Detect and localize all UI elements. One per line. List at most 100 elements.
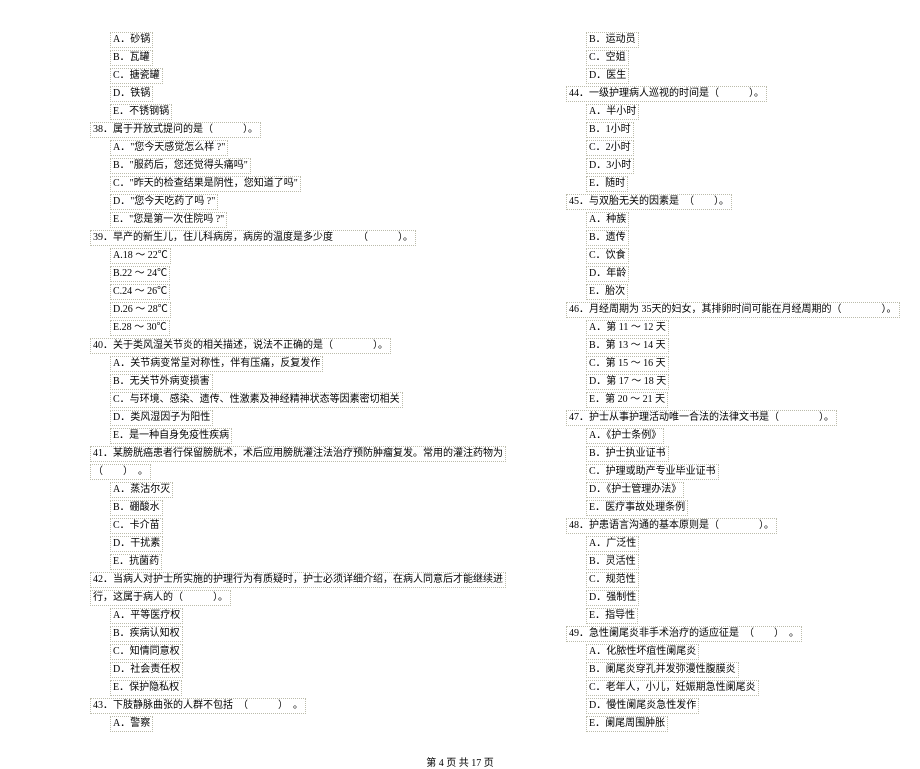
text-span: D．社会责任权	[110, 662, 183, 678]
text-span: 48．护患语言沟通的基本原则是（ ）。	[566, 518, 777, 534]
question-line: 45．与双胎无关的因素是 （ ）。	[546, 194, 900, 210]
text-span: D．慢性阑尾炎急性发作	[586, 698, 699, 714]
text-span: C．2小时	[586, 140, 634, 156]
right-column: B．运动员C．空姐D．医生44．一级护理病人巡视的时间是（ ）。A．半小时B．1…	[526, 30, 920, 734]
question-line: 41．某膀胱癌患者行保留膀胱术，术后应用膀胱灌注法治疗预防肿瘤复发。常用的灌注药…	[70, 446, 506, 462]
option-line: A．半小时	[546, 104, 900, 120]
option-line: C．护理或助产专业毕业证书	[546, 464, 900, 480]
text-span: B．护士执业证书	[586, 446, 669, 462]
question-line: 49．急性阑尾炎非手术治疗的适应征是 （ ） 。	[546, 626, 900, 642]
text-span: E．是一种自身免疫性疾病	[110, 428, 232, 444]
text-span: E．指导性	[586, 608, 638, 624]
text-span: 41．某膀胱癌患者行保留膀胱术，术后应用膀胱灌注法治疗预防肿瘤复发。常用的灌注药…	[90, 446, 506, 462]
text-span: A．警察	[110, 716, 153, 732]
text-span: B．"服药后，您还觉得头痛吗"	[110, 158, 251, 174]
text-span: D．年龄	[586, 266, 629, 282]
option-line: C．规范性	[546, 572, 900, 588]
text-span: 38．属于开放式提问的是（ ）。	[90, 122, 261, 138]
question-line: 39．早产的新生儿，住儿科病房，病房的温度是多少度 （ ）。	[70, 230, 506, 246]
text-span: 40．关于类风湿关节炎的相关描述，说法不正确的是（ ）。	[90, 338, 391, 354]
option-line: D．干扰素	[70, 536, 506, 552]
text-span: C．老年人，小儿，妊娠期急性阑尾炎	[586, 680, 759, 696]
text-span: 43．下肢静脉曲张的人群不包括 （ ） 。	[90, 698, 306, 714]
option-line: D.26 ～ 28℃	[70, 302, 506, 318]
text-span: D．铁锅	[110, 86, 153, 102]
left-column: A．砂锅B．瓦罐C．搪瓷罐D．铁锅E．不锈钢锅38．属于开放式提问的是（ ）。A…	[50, 30, 526, 734]
text-span: A．第 11 ～ 12 天	[586, 320, 669, 336]
option-line: A.18 ～ 22℃	[70, 248, 506, 264]
text-span: C．饮食	[586, 248, 629, 264]
text-span: E．阑尾周围肿胀	[586, 716, 668, 732]
option-line: C．2小时	[546, 140, 900, 156]
option-line: C．卡介苗	[70, 518, 506, 534]
text-span: D．第 17 ～ 18 天	[586, 374, 669, 390]
option-line: D．《护士管理办法》	[546, 482, 900, 498]
option-line: D．"您今天吃药了吗 ?"	[70, 194, 506, 210]
question-line: 38．属于开放式提问的是（ ）。	[70, 122, 506, 138]
text-span: B．运动员	[586, 32, 639, 48]
option-line: D．第 17 ～ 18 天	[546, 374, 900, 390]
text-span: 行，这属于病人的（ ）。	[90, 590, 231, 606]
text-span: A．化脓性坏疽性阑尾炎	[586, 644, 699, 660]
text-span: （ ） 。	[90, 464, 151, 480]
option-line: C．搪瓷罐	[70, 68, 506, 84]
option-line: E．保护隐私权	[70, 680, 506, 696]
option-line: B．硼酸水	[70, 500, 506, 516]
text-span: B．硼酸水	[110, 500, 163, 516]
question-line: 行，这属于病人的（ ）。	[70, 590, 506, 606]
text-span: A．平等医疗权	[110, 608, 183, 624]
option-line: E．不锈钢锅	[70, 104, 506, 120]
text-span: C．搪瓷罐	[110, 68, 163, 84]
option-line: E.28 ～ 30℃	[70, 320, 506, 336]
option-line: D．类风湿因子为阳性	[70, 410, 506, 426]
text-span: A．关节病变常呈对称性，伴有压痛，反复发作	[110, 356, 323, 372]
text-span: E．随时	[586, 176, 628, 192]
text-span: 46．月经周期为 35天的妇女，其排卵时间可能在月经周期的（ ）。	[566, 302, 900, 318]
text-span: C．第 15 ～ 16 天	[586, 356, 669, 372]
text-span: 42．当病人对护士所实施的护理行为有质疑时，护士必须详细介绍，在病人同意后才能继…	[90, 572, 506, 588]
option-line: E．指导性	[546, 608, 900, 624]
text-span: E．第 20 ～ 21 天	[586, 392, 668, 408]
option-line: A．砂锅	[70, 32, 506, 48]
text-span: E．抗菌药	[110, 554, 162, 570]
option-line: C．第 15 ～ 16 天	[546, 356, 900, 372]
option-line: E．胎次	[546, 284, 900, 300]
option-line: E．医疗事故处理条例	[546, 500, 900, 516]
text-span: B．遗传	[586, 230, 629, 246]
text-span: D．类风湿因子为阳性	[110, 410, 213, 426]
text-span: D．《护士管理办法》	[586, 482, 684, 498]
option-line: D．医生	[546, 68, 900, 84]
option-line: A．广泛性	[546, 536, 900, 552]
text-span: C．空姐	[586, 50, 629, 66]
text-span: C．卡介苗	[110, 518, 163, 534]
option-line: B．运动员	[546, 32, 900, 48]
question-line: 40．关于类风湿关节炎的相关描述，说法不正确的是（ ）。	[70, 338, 506, 354]
option-line: E．第 20 ～ 21 天	[546, 392, 900, 408]
text-span: A．《护士条例》	[586, 428, 664, 444]
text-span: A．半小时	[586, 104, 639, 120]
option-line: D．慢性阑尾炎急性发作	[546, 698, 900, 714]
option-line: C．与环境、感染、遗传、性激素及神经精神状态等因素密切相关	[70, 392, 506, 408]
option-line: A．蒸沽尔灭	[70, 482, 506, 498]
text-span: C．护理或助产专业毕业证书	[586, 464, 719, 480]
text-span: C．知情同意权	[110, 644, 183, 660]
option-line: B．灵活性	[546, 554, 900, 570]
option-line: A．化脓性坏疽性阑尾炎	[546, 644, 900, 660]
option-line: D．3小时	[546, 158, 900, 174]
question-line: 46．月经周期为 35天的妇女，其排卵时间可能在月经周期的（ ）。	[546, 302, 900, 318]
question-line: 42．当病人对护士所实施的护理行为有质疑时，护士必须详细介绍，在病人同意后才能继…	[70, 572, 506, 588]
option-line: B．1小时	[546, 122, 900, 138]
option-line: D．社会责任权	[70, 662, 506, 678]
page-footer: 第 4 页 共 17 页	[0, 754, 920, 769]
text-span: A．种族	[586, 212, 629, 228]
text-span: E．医疗事故处理条例	[586, 500, 688, 516]
option-line: E．随时	[546, 176, 900, 192]
text-span: 39．早产的新生儿，住儿科病房，病房的温度是多少度 （ ）。	[90, 230, 416, 246]
text-span: 49．急性阑尾炎非手术治疗的适应征是 （ ） 。	[566, 626, 802, 642]
option-line: C．空姐	[546, 50, 900, 66]
option-line: C．老年人，小儿，妊娠期急性阑尾炎	[546, 680, 900, 696]
option-line: C．知情同意权	[70, 644, 506, 660]
option-line: A．《护士条例》	[546, 428, 900, 444]
text-span: B．灵活性	[586, 554, 639, 570]
option-line: A．警察	[70, 716, 506, 732]
